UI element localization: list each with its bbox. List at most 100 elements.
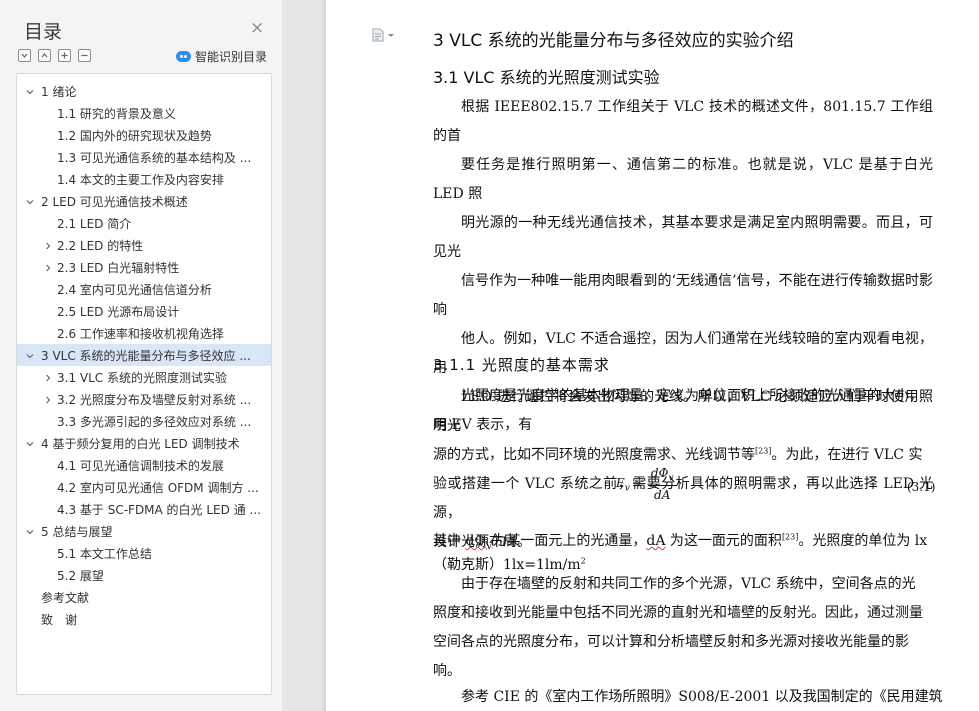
equation-lhs: Ev	[616, 475, 630, 493]
toc-item[interactable]: 5.2 展望	[17, 564, 271, 586]
heading-2: 3.1 VLC 系统的光照度测试实验	[433, 68, 660, 87]
add-heading-icon[interactable]	[58, 49, 71, 62]
chevron-right-icon[interactable]	[43, 394, 53, 404]
heading-3: 3.1.1 光照度的基本需求	[433, 356, 610, 374]
document-icon	[372, 28, 384, 42]
toc-item-label: 2.6 工作速率和接收机视角选择	[57, 326, 224, 341]
toc-item[interactable]: 1.2 国内外的研究现状及趋势	[17, 124, 271, 146]
toc-item-label: 2.5 LED 光源布局设计	[57, 304, 180, 319]
toc-item[interactable]: 3.1 VLC 系统的光照度测试实验	[17, 366, 271, 388]
toc-item-label: 4.2 室内可见光通信 OFDM 调制方 ...	[57, 480, 259, 495]
close-icon[interactable]: ×	[250, 20, 264, 37]
paragraph-line: 信号作为一种唯一能用肉眼看到的‘无线通信’信号，不能在进行传输数据时影响	[433, 273, 933, 318]
text-run: 。为此，在进行 VLC 实	[771, 447, 923, 463]
expand-all-icon[interactable]	[38, 49, 51, 62]
toc-item[interactable]: 3.3 多光源引起的多径效应对系统 ...	[17, 410, 271, 432]
text-run: dΦV	[465, 533, 493, 552]
smart-toc-label: 智能识别目录	[195, 50, 268, 64]
toc-item[interactable]: 4.2 室内可见光通信 OFDM 调制方 ...	[17, 476, 271, 498]
toc-item[interactable]: 1 绪论	[17, 80, 271, 102]
text-run: dA	[646, 533, 666, 549]
toc-item-label: 1.4 本文的主要工作及内容安排	[57, 172, 224, 187]
toc-list: 1 绪论 1.1 研究的背景及意义 1.2 国内外的研究现状及趋势 1.3 可见光通信…	[16, 73, 272, 695]
paragraph-line: 验或搭建一个 VLC 系统之前，需要分析具体的照明需求，再以此选择 LED 光源…	[433, 476, 933, 521]
paragraph-line: 用 EV 表示，有	[433, 417, 533, 433]
paragraph-line: 由于存在墙壁的反射和共同工作的多个光源，VLC 系统中，空间各点的光	[461, 576, 916, 592]
toc-item-label: 5.1 本文工作总结	[57, 546, 152, 561]
toc-item[interactable]: 3 VLC 系统的光能量分布与多径效应 ...	[17, 344, 271, 366]
equation-number: (3.1)	[907, 480, 936, 494]
toc-title: 目录	[24, 21, 63, 43]
chevron-right-icon[interactable]	[43, 240, 53, 250]
toc-item[interactable]: 2.4 室内可见光通信信道分析	[17, 278, 271, 300]
toc-item-label: 2.3 LED 白光辐射特性	[57, 260, 180, 275]
toc-item[interactable]: 4.1 可见光通信调制技术的发展	[17, 454, 271, 476]
chevron-down-icon[interactable]	[25, 350, 35, 360]
toc-item[interactable]: 参考文献	[17, 586, 271, 608]
toc-item[interactable]: 1.4 本文的主要工作及内容安排	[17, 168, 271, 190]
paragraph-line: 响。	[433, 663, 461, 679]
text-run: 。光照度的单位为 lx	[798, 533, 928, 549]
equation: Ev = dΦv dA	[616, 466, 677, 502]
toc-item-label: 5.2 展望	[57, 568, 104, 583]
chevron-down-icon[interactable]	[25, 196, 35, 206]
toc-item-label: 4.1 可见光通信调制技术的发展	[57, 458, 224, 473]
toc-item-label: 5 总结与展望	[41, 524, 113, 539]
paragraph-4: 由于存在墙壁的反射和共同工作的多个光源，VLC 系统中，空间各点的光 照度和接收…	[433, 570, 933, 686]
collapse-all-icon[interactable]	[18, 49, 31, 62]
remove-heading-icon[interactable]	[78, 49, 91, 62]
toc-item-label: 1.3 可见光通信系统的基本结构及 ...	[57, 150, 252, 165]
citation[interactable]: [23]	[782, 532, 798, 541]
equation-denominator: dA	[654, 488, 671, 503]
toc-item-label: 2 LED 可见光通信技术概述	[41, 194, 188, 209]
toc-item[interactable]: 2.3 LED 白光辐射特性	[17, 256, 271, 278]
chevron-right-icon[interactable]	[43, 372, 53, 382]
robot-icon	[176, 51, 191, 62]
paragraph-line: 根据 IEEE802.15.7 工作组关于 VLC 技术的概述文件，801.15…	[433, 99, 933, 144]
superscript: 2	[580, 556, 586, 566]
toc-item[interactable]: 2.2 LED 的特性	[17, 234, 271, 256]
toc-item-label: 2.4 室内可见光通信信道分析	[57, 282, 212, 297]
toc-item[interactable]: 致 谢	[17, 608, 271, 630]
toc-item[interactable]: 5 总结与展望	[17, 520, 271, 542]
toc-item[interactable]: 4 基于频分复用的白光 LED 调制技术	[17, 432, 271, 454]
toc-item[interactable]: 4.3 基于 SC-FDMA 的白光 LED 通 ...	[17, 498, 271, 520]
smart-toc-button[interactable]: 智能识别目录	[176, 48, 267, 65]
paragraph-1: 根据 IEEE802.15.7 工作组关于 VLC 技术的概述文件，801.15…	[433, 93, 933, 557]
toc-item[interactable]: 2 LED 可见光通信技术概述	[17, 190, 271, 212]
paragraph-2: 光照度是光度学的基本物理量，定义为单位面积上所接收的光通量的大小， 用 EV 表…	[433, 382, 933, 440]
toc-item-label: 1 绪论	[41, 84, 77, 99]
toc-item-label: 2.1 LED 简介	[57, 216, 132, 231]
paragraph-menu-button[interactable]	[372, 28, 394, 42]
paragraph-3: 其中 dΦV为某一面元上的光通量，dA 为这一面元的面积[23]。光照度的单位为…	[433, 532, 933, 574]
toc-item[interactable]: 3.2 光照度分布及墙壁反射对系统 ...	[17, 388, 271, 410]
text-run: 为这一面元的面积	[665, 533, 782, 549]
document-page[interactable]: 3 VLC 系统的光能量分布与多径效应的实验介绍 3.1 VLC 系统的光照度测…	[326, 0, 979, 711]
text-run: 源的方式，比如不同环境的光照度需求、光线调节等	[433, 447, 755, 463]
toc-item-label: 4 基于频分复用的白光 LED 调制技术	[41, 436, 240, 451]
toc-item[interactable]: 2.5 LED 光源布局设计	[17, 300, 271, 322]
citation[interactable]: [23]	[755, 446, 771, 455]
chevron-down-icon	[388, 33, 394, 37]
paragraph-line: 明光源的一种无线光通信技术，其基本要求是满足室内照明需要。而且，可见光	[433, 215, 933, 260]
equation-fraction: dΦv dA	[647, 466, 677, 503]
paragraph-line: 空间各点的光照度分布，可以计算和分析墙壁反射和多光源对接收光能量的影	[433, 634, 909, 650]
equation-equals: =	[631, 477, 642, 492]
toc-item-label: 1.2 国内外的研究现状及趋势	[57, 128, 212, 143]
toc-item[interactable]: 5.1 本文工作总结	[17, 542, 271, 564]
paragraph-line: 源的方式，比如不同环境的光照度需求、光线调节等[23]。为此，在进行 VLC 实	[433, 441, 933, 470]
toc-item-label: 3.1 VLC 系统的光照度测试实验	[57, 370, 227, 385]
toc-item[interactable]: 1.1 研究的背景及意义	[17, 102, 271, 124]
toc-item[interactable]: 2.6 工作速率和接收机视角选择	[17, 322, 271, 344]
chevron-down-icon[interactable]	[25, 526, 35, 536]
chevron-down-icon[interactable]	[25, 86, 35, 96]
chevron-down-icon[interactable]	[25, 438, 35, 448]
chevron-right-icon[interactable]	[43, 262, 53, 272]
toc-item[interactable]: 1.3 可见光通信系统的基本结构及 ...	[17, 146, 271, 168]
toc-item[interactable]: 2.1 LED 简介	[17, 212, 271, 234]
paragraph-line: 光照度是光度学的基本物理量，定义为单位面积上所接收的光通量的大小，	[461, 388, 923, 404]
toc-item-label: 参考文献	[41, 590, 90, 605]
text-run: 为某一面元上的光通量，	[492, 533, 647, 549]
toc-panel: 目录 × 智能识别目录 1 绪论 1.1 研究的背景及意义 1.2 国内外的研究现状…	[0, 0, 282, 711]
paragraph-5: 参考 CIE 的《室内工作场所照明》S008/E-2001 以及我国制定的《民用…	[461, 689, 943, 705]
